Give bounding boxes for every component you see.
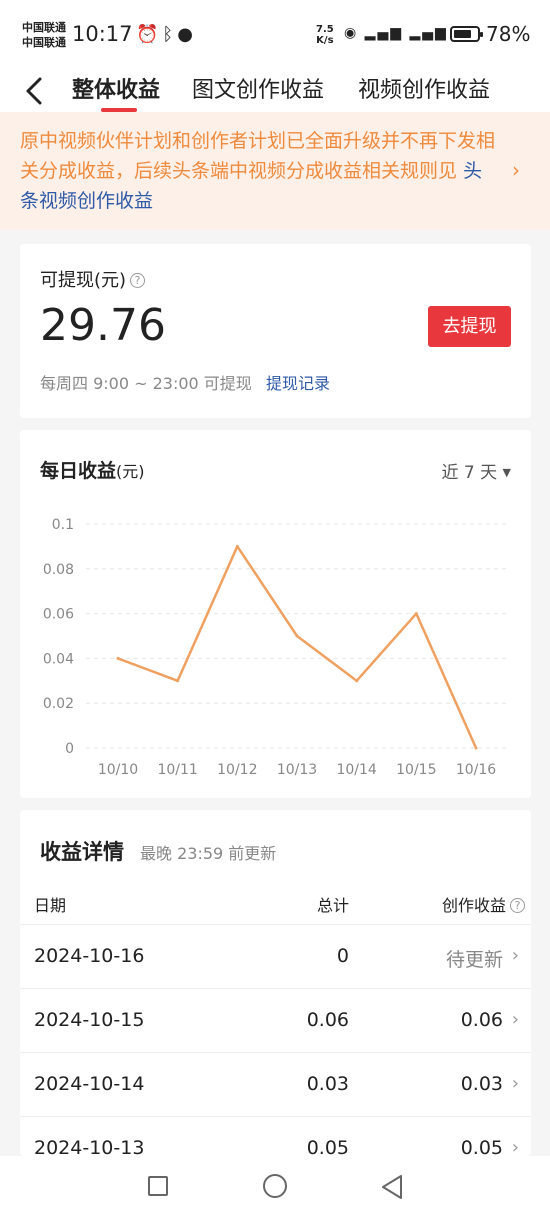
row-earn: 0.05 [460, 1137, 503, 1156]
withdraw-records-link[interactable]: 提现记录 [266, 370, 330, 394]
data-point [414, 612, 418, 616]
carrier-1: 中国联通 [22, 21, 66, 34]
chevron-right-icon: › [511, 945, 519, 966]
data-point [295, 634, 299, 638]
carrier-2: 中国联通 [22, 36, 66, 49]
table-row[interactable]: 2024-10-15 0.06 0.06 › [20, 988, 531, 1052]
x-tick-label: 10/10 [98, 762, 138, 778]
y-tick-label: 0.04 [43, 651, 74, 667]
balance-label: 可提现(元)? [40, 266, 146, 292]
data-point [355, 679, 359, 683]
earnings-series-line [117, 545, 478, 749]
balance-card: 可提现(元)? 29.76 去提现 每周四 9:00 ~ 23:00 可提现 提… [20, 244, 531, 418]
bluetooth-icon: ᛒ [162, 24, 178, 45]
row-earn: 0.06 [460, 1009, 503, 1031]
wechat-icon: ● [177, 24, 197, 45]
data-point [474, 746, 478, 750]
table-row[interactable]: 2024-10-14 0.03 0.03 › [20, 1052, 531, 1116]
hotspot-icon: ◉ [344, 25, 359, 41]
battery-icon [450, 26, 483, 42]
row-date: 2024-10-15 [34, 1009, 145, 1031]
battery-percent: 78% [486, 22, 531, 46]
row-total: 0.03 [306, 1073, 349, 1095]
help-icon[interactable]: ? [130, 273, 146, 288]
status-icons-right: ◉ ▂▄▆ ▂▄▆ [344, 25, 448, 41]
alarm-icon: ⏰ [136, 24, 163, 45]
y-tick-label: 0.08 [43, 562, 74, 578]
row-date: 2024-10-16 [34, 945, 145, 967]
row-date: 2024-10-13 [34, 1137, 145, 1156]
x-tick-label: 10/13 [277, 762, 317, 778]
signal-5g-icon-2: ▂▄▆ [409, 25, 448, 41]
carrier-labels: 中国联通 中国联通 [22, 20, 66, 50]
data-point [235, 544, 239, 548]
top-nav: 整体收益 图文创作收益 视频创作收益 [0, 66, 550, 112]
header-date: 日期 [34, 896, 67, 915]
header-earn: 创作收益? [442, 892, 525, 916]
tab-graphic[interactable]: 图文创作收益 [192, 72, 324, 104]
battery-fill [454, 30, 472, 38]
header-total: 总计 [316, 896, 349, 915]
x-tick-label: 10/15 [396, 762, 436, 778]
y-tick-label: 0.1 [52, 517, 74, 533]
x-tick-label: 10/16 [456, 762, 496, 778]
table-row[interactable]: 2024-10-13 0.05 0.05 › [20, 1116, 531, 1156]
back-button[interactable] [20, 74, 54, 108]
tab-video[interactable]: 视频创作收益 [358, 72, 490, 104]
range-dropdown[interactable]: 近 7 天 ▼ [442, 458, 512, 483]
system-nav-bar [0, 1156, 550, 1216]
withdraw-schedule-note: 每周四 9:00 ~ 23:00 可提现 [40, 374, 252, 393]
detail-title: 收益详情 [40, 840, 124, 864]
status-icons-left: ⏰ᛒ● [136, 24, 197, 45]
signal-5g-icon-1: ▂▄▆ [364, 25, 403, 41]
row-total: 0.06 [306, 1009, 349, 1031]
row-earn: 0.03 [460, 1073, 503, 1095]
chevron-right-icon: › [511, 1137, 519, 1156]
chart-title: 每日收益(元) [40, 460, 145, 482]
x-tick-label: 10/11 [157, 762, 197, 778]
chevron-right-icon: › [511, 1009, 519, 1030]
y-tick-label: 0.06 [43, 607, 74, 623]
help-icon[interactable]: ? [510, 898, 525, 913]
data-point [116, 656, 120, 660]
recents-button[interactable] [148, 1176, 168, 1196]
y-tick-label: 0.02 [43, 696, 74, 712]
daily-earnings-chart: 0 0.02 0.04 0.06 0.08 0.1 10/10 10/11 10/12 10/13… [43, 517, 506, 778]
net-speed: 7.5 K/s [316, 24, 334, 46]
withdraw-button[interactable]: 去提现 [428, 306, 511, 347]
notice-banner[interactable]: 原中视频伙伴计划和创作者计划已全面升级并不再下发相关分成收益，后续头条端中视频分… [0, 112, 550, 230]
row-total: 0 [336, 945, 349, 967]
earnings-detail-card: 收益详情 最晚 23:59 前更新 日期 总计 创作收益? 2024-10-16… [20, 810, 531, 1156]
table-row[interactable]: 2024-10-16 0 待更新 › [20, 924, 531, 988]
data-point [176, 679, 180, 683]
x-tick-label: 10/12 [217, 762, 257, 778]
tab-overall[interactable]: 整体收益 [72, 72, 160, 104]
x-tick-label: 10/14 [336, 762, 376, 778]
notice-text: 原中视频伙伴计划和创作者计划已全面升级并不再下发相关分成收益，后续头条端中视频分… [20, 130, 496, 212]
daily-earnings-card: 每日收益(元) 近 7 天 ▼ 0 0.02 0.04 0.06 0.08 0.1 10/1… [20, 430, 531, 798]
row-earn: 待更新 [445, 949, 503, 971]
chevron-right-icon: › [511, 1073, 519, 1094]
detail-update-note: 最晚 23:59 前更新 [140, 844, 277, 863]
system-back-button[interactable] [380, 1174, 404, 1200]
chevron-right-icon[interactable]: › [512, 158, 520, 182]
row-total: 0.05 [306, 1137, 349, 1156]
y-tick-label: 0 [65, 741, 74, 757]
clock: 10:17 [72, 22, 133, 46]
balance-amount: 29.76 [40, 300, 166, 351]
row-date: 2024-10-14 [34, 1073, 145, 1095]
status-bar: 中国联通 中国联通 10:17 ⏰ᛒ● 7.5 K/s ◉ ▂▄▆ ▂▄▆ 78… [0, 0, 550, 66]
caret-down-icon: ▼ [502, 466, 511, 479]
home-button[interactable] [263, 1174, 287, 1198]
